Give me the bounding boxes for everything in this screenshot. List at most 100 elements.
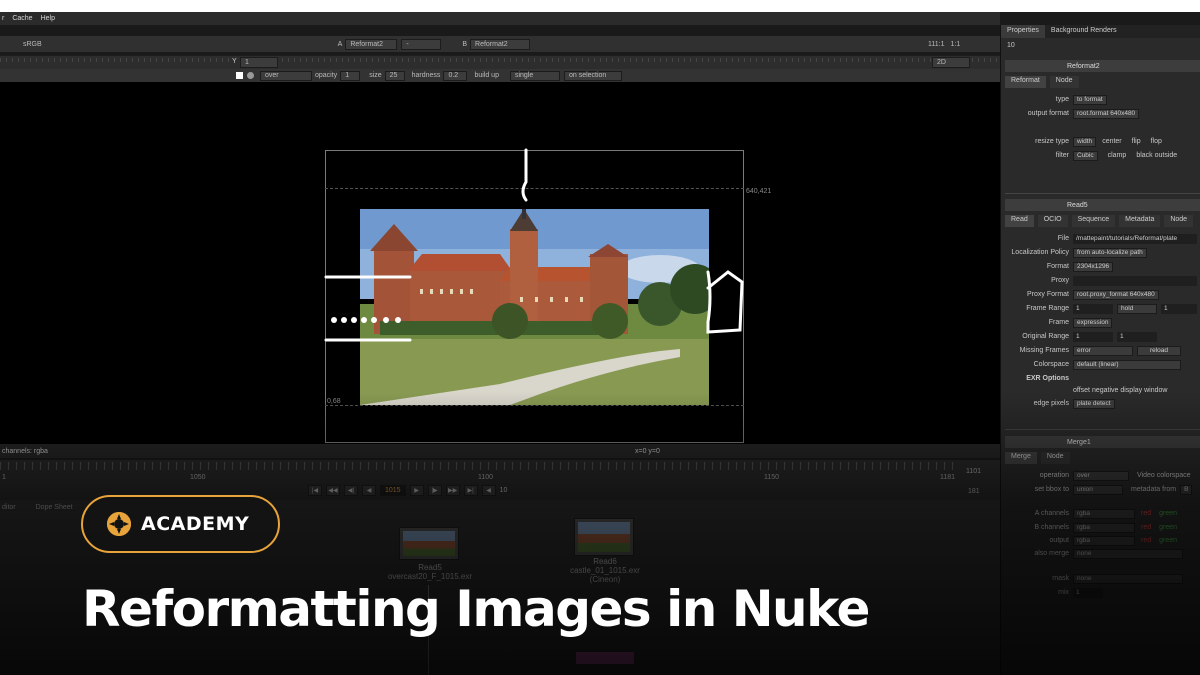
tab-curve-editor[interactable]: ditor <box>2 504 16 511</box>
menu-item-render[interactable]: r <box>2 15 4 22</box>
prev-key-icon[interactable]: ◀◀ <box>326 485 340 496</box>
y-field[interactable]: 1 <box>240 57 278 68</box>
blend-dropdown[interactable]: over <box>260 70 312 81</box>
tab-ocio[interactable]: OCIO <box>1037 215 1068 227</box>
proxy-format-dropdown[interactable]: root.proxy_format 640x480 <box>1073 289 1159 300</box>
resize-type-dropdown[interactable]: width <box>1073 136 1097 147</box>
a-channels-dropdown[interactable]: rgba <box>1073 508 1135 519</box>
also-merge-dropdown[interactable]: none <box>1073 548 1183 559</box>
reload-button[interactable]: reload <box>1137 345 1181 356</box>
tab-dope-sheet[interactable]: Dope Sheet <box>36 504 73 511</box>
viewer-canvas[interactable]: 640,421 0,68 <box>0 82 1000 444</box>
menu-item-cache[interactable]: Cache <box>12 15 32 22</box>
opacity-field[interactable]: 1 <box>340 70 361 81</box>
step-back-icon[interactable]: ◀ <box>481 485 496 496</box>
operation-dropdown[interactable]: over <box>1073 470 1129 481</box>
input-b-dropdown[interactable]: Reformat2 <box>470 38 531 50</box>
proxy-field[interactable] <box>1073 275 1197 286</box>
black-outside-checkbox[interactable]: black outside <box>1136 152 1177 159</box>
flip-checkbox[interactable]: flip <box>1132 138 1141 145</box>
frame-range-start[interactable]: 1 <box>1073 303 1113 314</box>
missing-frames-dropdown[interactable]: error <box>1073 345 1133 356</box>
skip-end-icon[interactable]: ▶| <box>463 485 478 496</box>
next-frame-icon[interactable]: |▶ <box>427 485 442 496</box>
colorspace-dropdown[interactable]: sRGB <box>20 41 45 48</box>
timeline[interactable]: 1 1050 1100 1150 1181 1101 181 |◀ ◀◀ ◀| … <box>0 460 1000 500</box>
range-end[interactable]: 1101 <box>966 468 981 475</box>
current-frame-field[interactable]: 1015 <box>380 485 406 496</box>
frame-range-mode[interactable]: hold <box>1117 303 1157 314</box>
input-a-dropdown[interactable]: Reformat2 <box>345 38 398 50</box>
merge1-panel-header[interactable]: Merge1 <box>1005 436 1200 448</box>
out-green-checkbox[interactable]: green <box>1159 537 1177 544</box>
channels-info: channels: rgba <box>2 447 48 455</box>
tab-background-renders[interactable]: Background Renders <box>1045 25 1123 38</box>
tab-metadata[interactable]: Metadata <box>1119 215 1161 227</box>
prev-frame-icon[interactable]: ◀| <box>344 485 358 496</box>
a-green-checkbox[interactable]: green <box>1159 510 1177 517</box>
color-swatch[interactable] <box>236 72 243 79</box>
original-range-start[interactable]: 1 <box>1073 331 1113 342</box>
size-field[interactable]: 25 <box>384 70 405 81</box>
original-range-end[interactable]: 1 <box>1117 331 1157 342</box>
tab-reformat[interactable]: Reformat <box>1005 76 1046 88</box>
menu-item-help[interactable]: Help <box>41 15 55 22</box>
on-selection-dropdown[interactable]: on selection <box>563 70 622 81</box>
filter-dropdown[interactable]: Cubic <box>1073 150 1098 161</box>
hardness-field[interactable]: 0.2 <box>443 70 468 81</box>
read5-panel-header[interactable]: Read5 <box>1005 199 1200 211</box>
b-green-checkbox[interactable]: green <box>1159 524 1177 531</box>
b-channels-dropdown[interactable]: rgba <box>1073 522 1135 533</box>
play-back-icon[interactable]: ◀ <box>362 485 376 496</box>
range-total[interactable]: 181 <box>968 488 980 495</box>
tab-properties[interactable]: Properties <box>1001 25 1045 38</box>
academy-label: ACADEMY <box>141 513 250 535</box>
mode-dropdown[interactable]: single <box>509 70 560 81</box>
brush-icon[interactable] <box>247 72 254 79</box>
colorspace-dropdown-read[interactable]: default (linear) <box>1073 359 1181 370</box>
reformat2-panel-header[interactable]: Reformat2 <box>1005 60 1200 72</box>
max-panels-field[interactable]: 10 <box>1007 42 1015 49</box>
output-dropdown[interactable]: rgba <box>1073 535 1135 546</box>
metadata-dropdown[interactable]: B <box>1180 484 1193 495</box>
frame-mode-dropdown[interactable]: expression <box>1073 317 1113 328</box>
file-field[interactable]: /mattepaint/tutorials/Reformat/plate <box>1073 233 1197 244</box>
a-red-checkbox[interactable]: red <box>1141 510 1151 517</box>
mask-dropdown[interactable]: none <box>1073 573 1183 584</box>
video-colorspace-checkbox[interactable]: Video colorspace <box>1137 472 1191 479</box>
format-dropdown[interactable]: 2304x1296 <box>1073 261 1114 272</box>
edge-pixels-dropdown[interactable]: plate detect <box>1073 398 1115 409</box>
view-mode-dropdown[interactable]: 2D <box>932 57 970 68</box>
center-checkbox[interactable]: center <box>1102 138 1121 145</box>
localization-dropdown[interactable]: from auto-localize path <box>1073 247 1147 258</box>
play-icon[interactable]: ▶ <box>409 485 424 496</box>
out-red-checkbox[interactable]: red <box>1141 537 1151 544</box>
timeline-start: 1 <box>2 474 6 481</box>
step-value[interactable]: 10 <box>500 487 508 494</box>
frame-range-end[interactable]: 1 <box>1161 303 1197 314</box>
output-format-dropdown[interactable]: root.format 640x480 <box>1073 108 1140 119</box>
merge-node[interactable] <box>576 652 634 664</box>
skip-start-icon[interactable]: |◀ <box>308 485 322 496</box>
tab-reformat-node[interactable]: Node <box>1049 76 1079 88</box>
input-a-op-dropdown[interactable]: - <box>401 38 442 50</box>
zoom-value[interactable]: 111:1 <box>925 41 947 48</box>
ratio-value[interactable]: 1:1 <box>948 41 964 48</box>
timeline-track[interactable] <box>0 462 960 470</box>
tab-read-node[interactable]: Node <box>1164 215 1194 227</box>
flop-checkbox[interactable]: flop <box>1151 138 1162 145</box>
offset-negative-checkbox[interactable]: offset negative display window <box>1073 387 1167 394</box>
tab-merge-node[interactable]: Node <box>1040 452 1070 464</box>
tab-merge[interactable]: Merge <box>1005 452 1037 464</box>
mix-field[interactable]: 1 <box>1073 587 1103 598</box>
read5-node[interactable] <box>399 527 459 560</box>
tab-sequence[interactable]: Sequence <box>1071 215 1116 227</box>
buildup-label[interactable]: build up <box>471 72 502 79</box>
clamp-checkbox[interactable]: clamp <box>1108 152 1127 159</box>
read6-node[interactable] <box>574 518 634 556</box>
next-key-icon[interactable]: ▶▶ <box>445 485 460 496</box>
type-dropdown[interactable]: to format <box>1073 94 1107 105</box>
set-bbox-dropdown[interactable]: union <box>1073 484 1123 495</box>
tab-read[interactable]: Read <box>1005 215 1034 227</box>
b-red-checkbox[interactable]: red <box>1141 524 1151 531</box>
